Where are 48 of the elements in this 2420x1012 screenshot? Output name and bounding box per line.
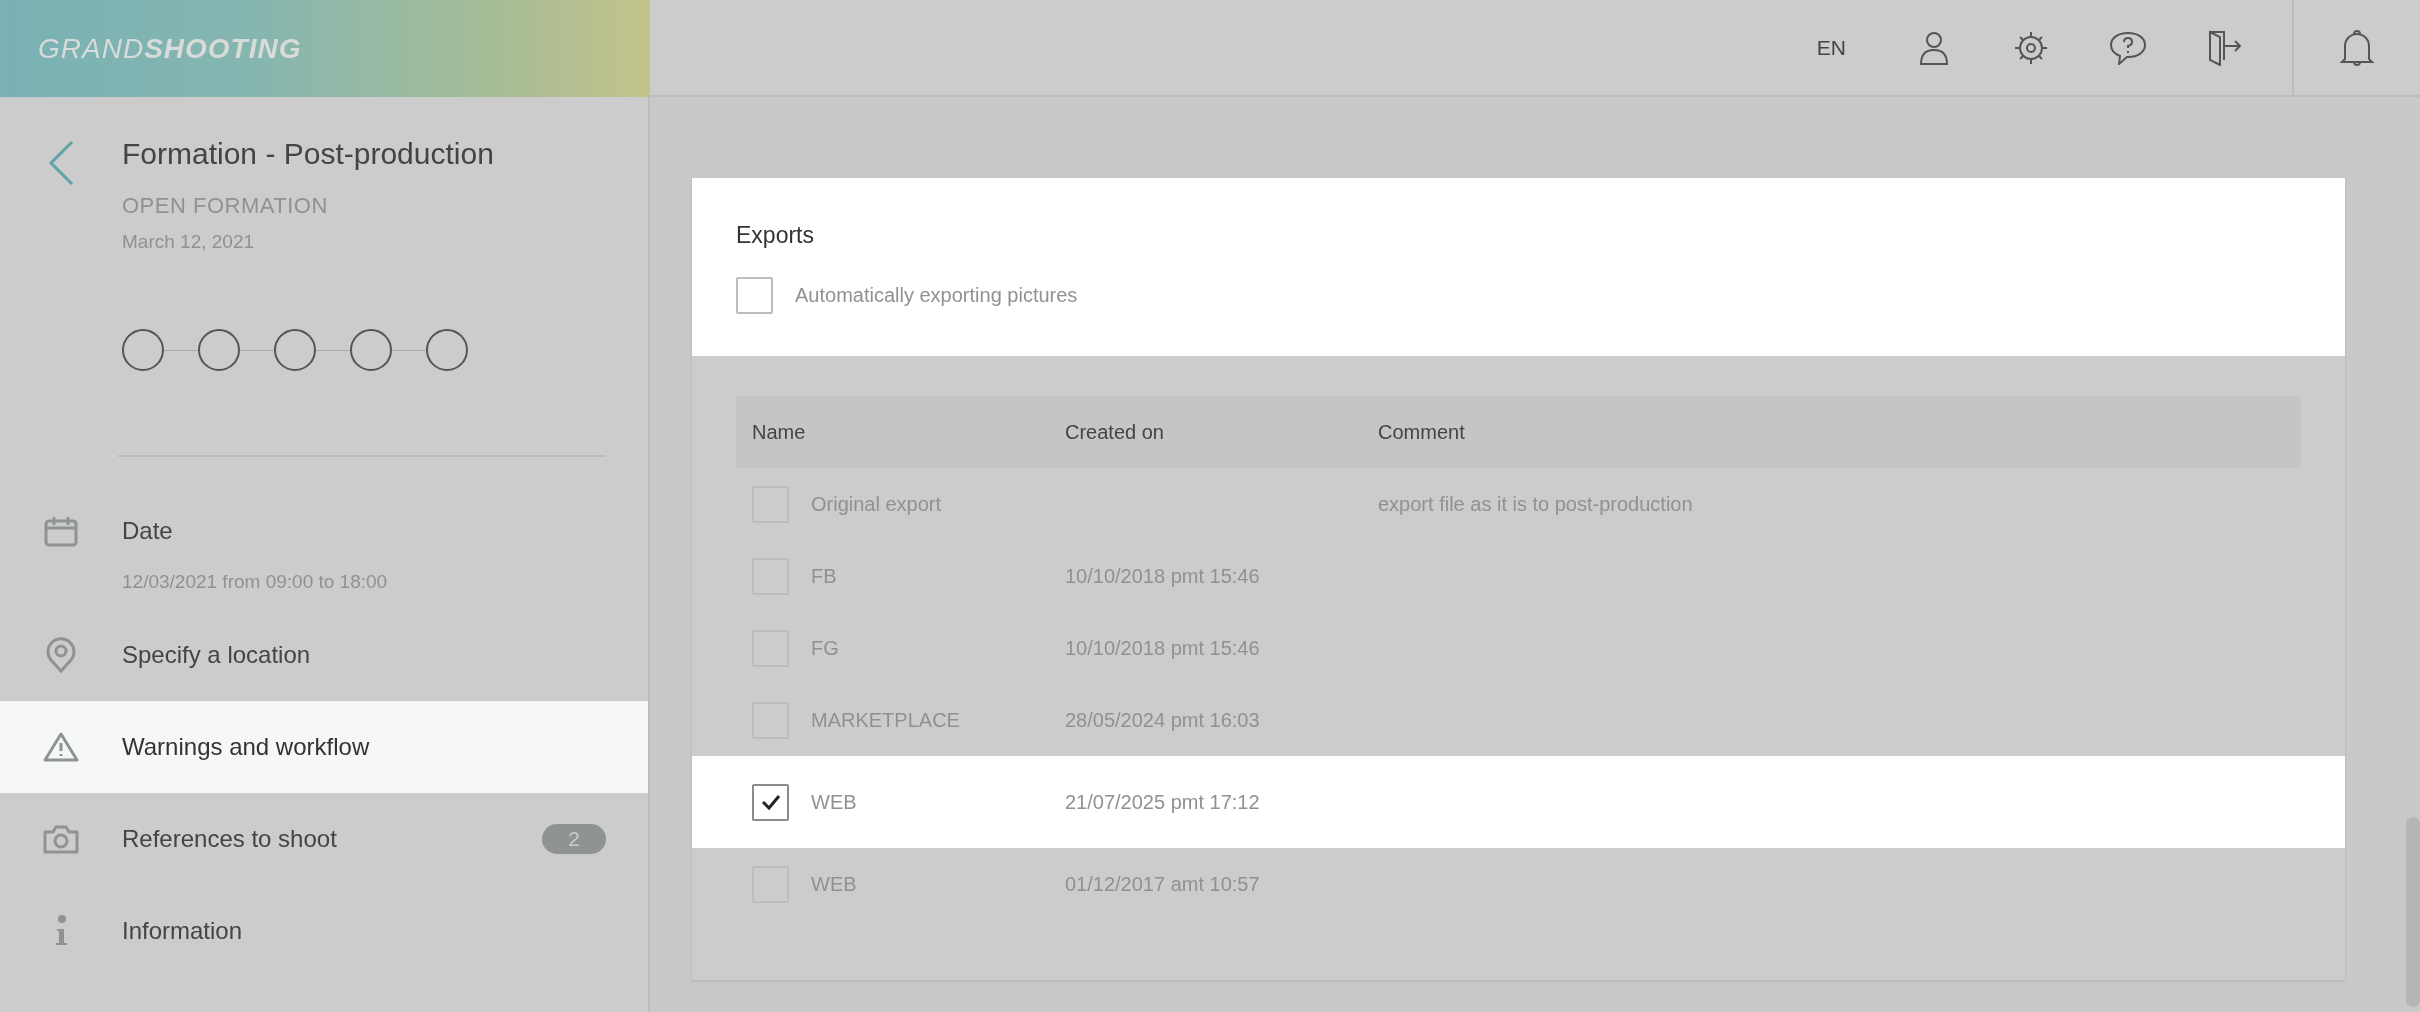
table-cell-text: 10/10/2018 pmt 15:46 (1065, 636, 1261, 660)
language-button[interactable]: EN (1808, 27, 1854, 68)
table-cell-text: 01/12/2017 amt 10:57 (1065, 872, 1261, 896)
checkbox[interactable] (752, 783, 789, 821)
camera-icon (43, 823, 79, 855)
warning-icon (43, 731, 79, 763)
table-cell: FG (811, 636, 839, 660)
project-status: OPEN FORMATION (122, 193, 329, 219)
step-circle[interactable] (274, 329, 316, 371)
count-badge: 2 (542, 824, 606, 854)
calendar-icon (44, 515, 78, 547)
user-icon (1919, 30, 1949, 65)
table-cell-text: 28/05/2024 pmt 16:03 (1065, 708, 1261, 732)
sidebar-item[interactable]: References to shoot 2 (0, 793, 648, 885)
table-cell: Original export (811, 492, 942, 516)
table-cell: WEB (811, 872, 857, 896)
project-title: Formation - Post-production (122, 137, 495, 171)
column-header: Name (752, 420, 807, 444)
date-detail: 12/03/2021 from 09:00 to 18:00 (122, 571, 389, 593)
sidebar-item[interactable]: Information (0, 885, 648, 977)
table-cell-text: 10/10/2018 pmt 15:46 (1065, 564, 1261, 588)
table-cell: WEB (811, 790, 857, 814)
sidebar-item[interactable]: Specify a location (0, 609, 648, 701)
logo: GRANDSHOOTING (0, 0, 650, 97)
table-row[interactable]: WEB 21/07/2025 pmt 17:12 (692, 756, 2345, 848)
table-cell: MARKETPLACE (811, 708, 960, 732)
settings-icon (2013, 29, 2049, 66)
checkbox-label: Automatically exporting pictures (795, 284, 1078, 307)
table-cell-text: export file as it is to post-production (1378, 492, 1694, 516)
step-circle[interactable] (426, 329, 468, 371)
checkbox[interactable] (736, 277, 773, 314)
table-cell: FB (811, 564, 837, 588)
help-icon (2109, 30, 2147, 65)
check-icon (760, 794, 781, 810)
step-circle[interactable] (122, 329, 164, 371)
column-header: Created on (1065, 420, 1165, 444)
column-header: Comment (1378, 420, 1466, 444)
logout-icon (2207, 29, 2243, 66)
section-title: Exports (736, 222, 815, 249)
step-circle[interactable] (198, 329, 240, 371)
sidebar-item[interactable]: Date 12/03/2021 from 09:00 to 18:00 (0, 499, 648, 609)
sidebar-item[interactable]: Warnings and workflow (0, 701, 648, 793)
table-cell-text: 21/07/2025 pmt 17:12 (1065, 790, 1261, 814)
notification-bell-icon[interactable] (2339, 28, 2375, 67)
step-circle[interactable] (350, 329, 392, 371)
project-date: March 12, 2021 (122, 231, 256, 253)
location-pin-icon (46, 637, 76, 673)
info-icon (53, 915, 69, 947)
